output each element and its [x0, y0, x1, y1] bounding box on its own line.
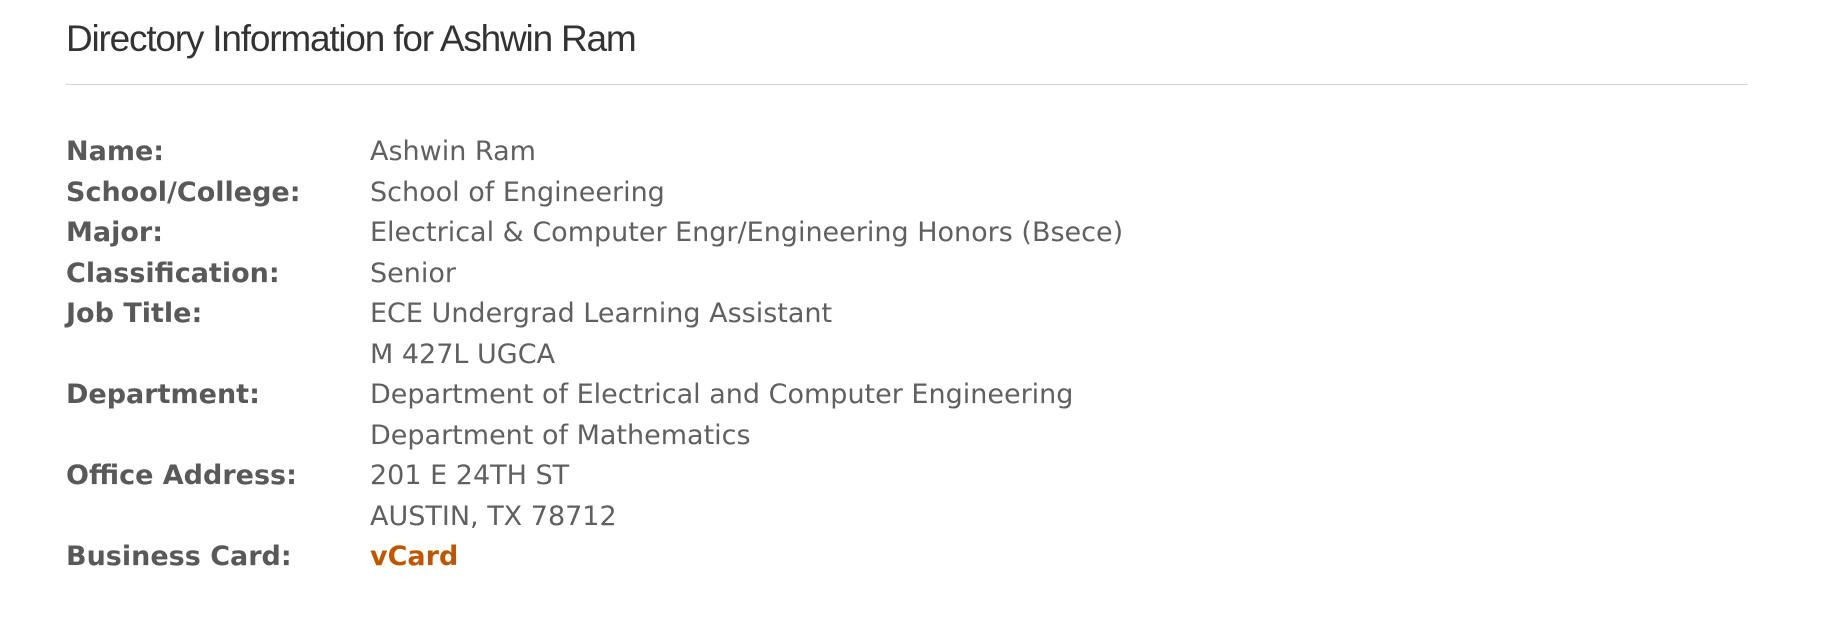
page-title: Directory Information for Ashwin Ram	[66, 18, 637, 59]
department-value: Department of Electrical and Computer En…	[370, 379, 1074, 410]
school-row: School/College: School of Engineering	[66, 173, 1123, 214]
office-address-row: Office Address: 201 E 24TH ST	[66, 456, 1123, 497]
business-card-row: Business Card: vCard	[66, 537, 1123, 578]
job-title-value: ECE Undergrad Learning Assistant	[370, 298, 833, 329]
name-label: Name:	[66, 136, 165, 167]
office-address-label: Office Address:	[66, 460, 297, 491]
name-value: Ashwin Ram	[370, 136, 536, 167]
school-value: School of Engineering	[370, 176, 665, 208]
title-divider	[66, 84, 1748, 85]
empty-label-cell	[66, 416, 370, 457]
job-title-value-line-2: M 427L UGCA	[370, 338, 556, 370]
job-title-row: Job Title: ECE Undergrad Learning Assist…	[66, 294, 1123, 335]
job-title-row-continued: M 427L UGCA	[66, 335, 1123, 376]
office-address-line-1: 201 E 24TH ST	[370, 460, 570, 491]
directory-info-table: Name: Ashwin Ram School/College: School …	[66, 132, 1123, 578]
empty-label-cell	[66, 335, 370, 376]
major-label: Major:	[66, 217, 164, 248]
business-card-label: Business Card:	[66, 541, 292, 572]
major-row: Major: Electrical & Computer Engr/Engine…	[66, 213, 1123, 254]
job-title-label: Job Title:	[66, 298, 203, 329]
classification-label: Classification:	[66, 257, 280, 289]
classification-value: Senior	[370, 257, 456, 289]
department-label: Department:	[66, 379, 260, 410]
department-row: Department: Department of Electrical and…	[66, 375, 1123, 416]
name-row: Name: Ashwin Ram	[66, 132, 1123, 173]
office-address-line-2: AUSTIN, TX 78712	[370, 500, 617, 532]
department-value-line-2: Department of Mathematics	[370, 419, 751, 451]
vcard-link[interactable]: vCard	[370, 541, 458, 572]
business-card-value: vCard	[370, 537, 1123, 578]
classification-row: Classification: Senior	[66, 254, 1123, 295]
department-row-continued: Department of Mathematics	[66, 416, 1123, 457]
office-address-row-continued: AUSTIN, TX 78712	[66, 497, 1123, 538]
major-value: Electrical & Computer Engr/Engineering H…	[370, 217, 1124, 248]
empty-label-cell	[66, 497, 370, 538]
school-label: School/College:	[66, 176, 301, 208]
